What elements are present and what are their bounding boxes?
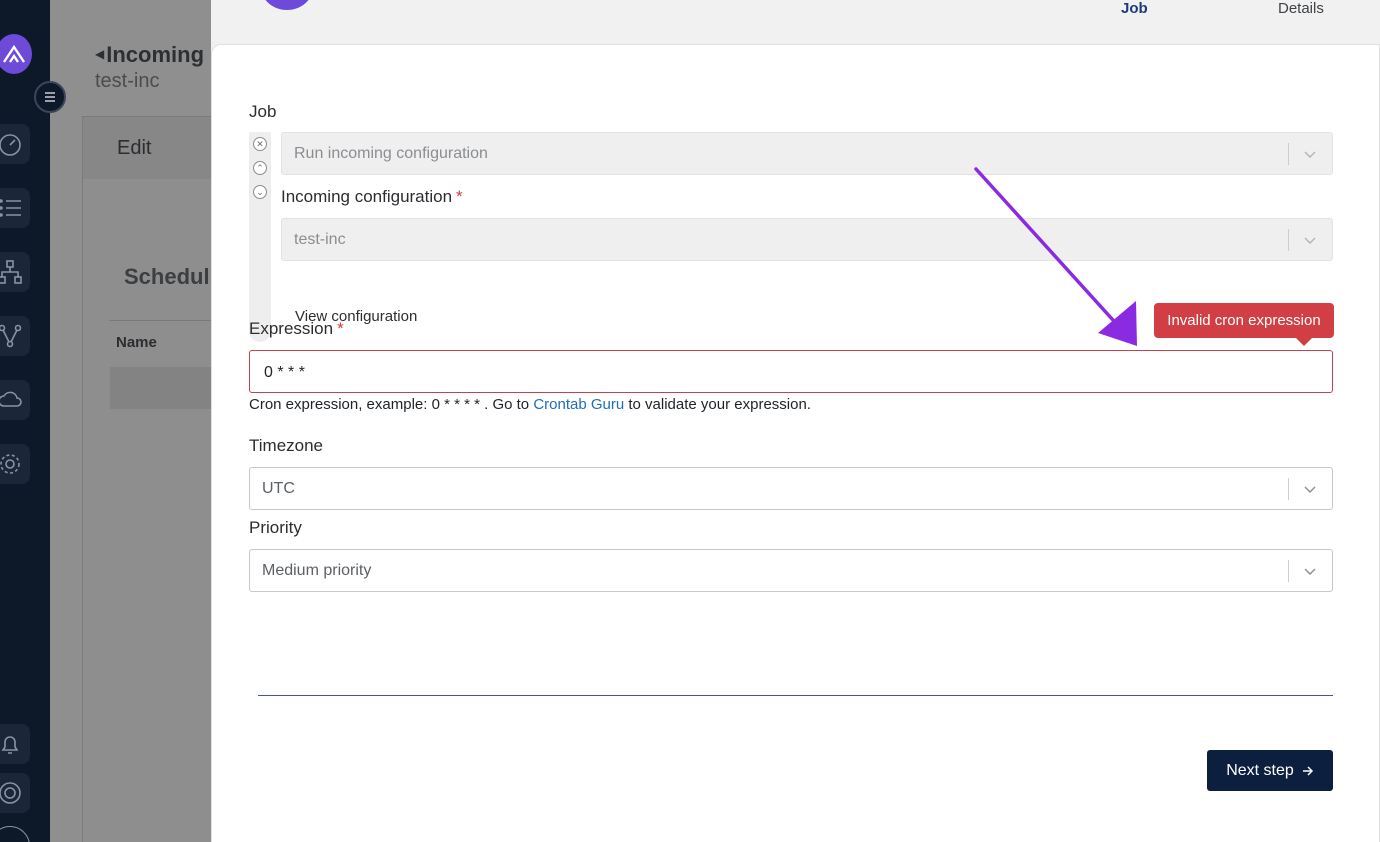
priority-label: Priority xyxy=(249,518,302,537)
timezone-select[interactable]: UTC xyxy=(249,467,1333,510)
sidebar-collapse-button[interactable] xyxy=(34,81,66,113)
cron-expression-hint: Cron expression, example: 0 * * * * . Go… xyxy=(249,396,811,413)
remove-circle-icon[interactable]: ✕ xyxy=(253,137,267,151)
wizard-step-indicator xyxy=(261,0,313,10)
priority-select[interactable]: Medium priority xyxy=(249,549,1333,592)
cloud-icon[interactable] xyxy=(0,380,30,420)
incoming-configuration-select[interactable]: test-inc xyxy=(281,218,1333,261)
next-step-label: Next step xyxy=(1226,761,1294,779)
step-tab-job[interactable]: Job xyxy=(1121,0,1148,17)
footer-divider xyxy=(258,695,1333,696)
cron-expression-input[interactable]: 0 * * * xyxy=(249,350,1333,393)
priority-value: Medium priority xyxy=(262,562,372,579)
timezone-label: Timezone xyxy=(249,436,324,455)
page-subtitle: test-inc xyxy=(95,70,160,92)
chevron-down-icon xyxy=(1304,486,1316,493)
chevron-down-icon xyxy=(1304,151,1316,158)
chevron-down-icon xyxy=(1304,237,1316,244)
incoming-configuration-value: test-inc xyxy=(294,231,346,248)
chevron-down-icon xyxy=(1304,568,1316,575)
app-logo[interactable] xyxy=(0,34,32,74)
next-step-button[interactable]: Next step xyxy=(1207,750,1333,791)
step-tab-details[interactable]: Details xyxy=(1278,0,1324,17)
annotation-arrow-icon xyxy=(974,167,1137,346)
table-row xyxy=(110,367,220,409)
dashboard-icon[interactable] xyxy=(0,124,30,164)
move-up-icon[interactable]: ⌃ xyxy=(253,161,267,175)
required-marker: * xyxy=(337,319,344,338)
app-sidebar xyxy=(0,0,50,842)
settings-gear-icon[interactable] xyxy=(0,444,30,484)
job-label: Job xyxy=(249,102,277,121)
job-select-value: Run incoming configuration xyxy=(294,145,488,162)
help-icon[interactable] xyxy=(0,773,30,813)
hierarchy-icon[interactable] xyxy=(0,252,30,292)
move-down-icon[interactable]: ⌄ xyxy=(253,185,267,199)
section-title: Schedul xyxy=(124,264,210,289)
page-title: ◀Incoming xyxy=(95,42,205,67)
list-icon[interactable] xyxy=(0,188,30,228)
incoming-configuration-label: Incoming configuration * xyxy=(281,187,463,206)
card-header-title: Edit xyxy=(117,137,152,159)
job-controls: ✕ ⌃ ⌄ xyxy=(249,132,271,342)
user-avatar-icon[interactable] xyxy=(0,826,30,842)
crontab-guru-link[interactable]: Crontab Guru xyxy=(533,396,624,413)
back-caret-icon: ◀ xyxy=(95,47,105,61)
job-select[interactable]: Run incoming configuration xyxy=(281,132,1333,175)
cron-expression-value: 0 * * * xyxy=(264,364,305,381)
bell-icon[interactable] xyxy=(0,724,30,764)
schedule-wizard-modal: Job Details Job ✕ ⌃ ⌄ Run incoming confi… xyxy=(211,0,1380,842)
required-marker: * xyxy=(456,187,463,206)
validation-error-tooltip: Invalid cron expression xyxy=(1154,303,1334,346)
workflow-icon[interactable] xyxy=(0,316,30,356)
arrow-right-icon xyxy=(1302,765,1313,776)
menu-icon xyxy=(45,92,55,102)
table-divider xyxy=(109,320,219,321)
expression-label: Expression * xyxy=(249,319,344,338)
form-panel: Job ✕ ⌃ ⌄ Run incoming configuration Inc… xyxy=(211,44,1380,842)
table-column-header: Name xyxy=(116,334,157,351)
timezone-value: UTC xyxy=(262,480,295,497)
